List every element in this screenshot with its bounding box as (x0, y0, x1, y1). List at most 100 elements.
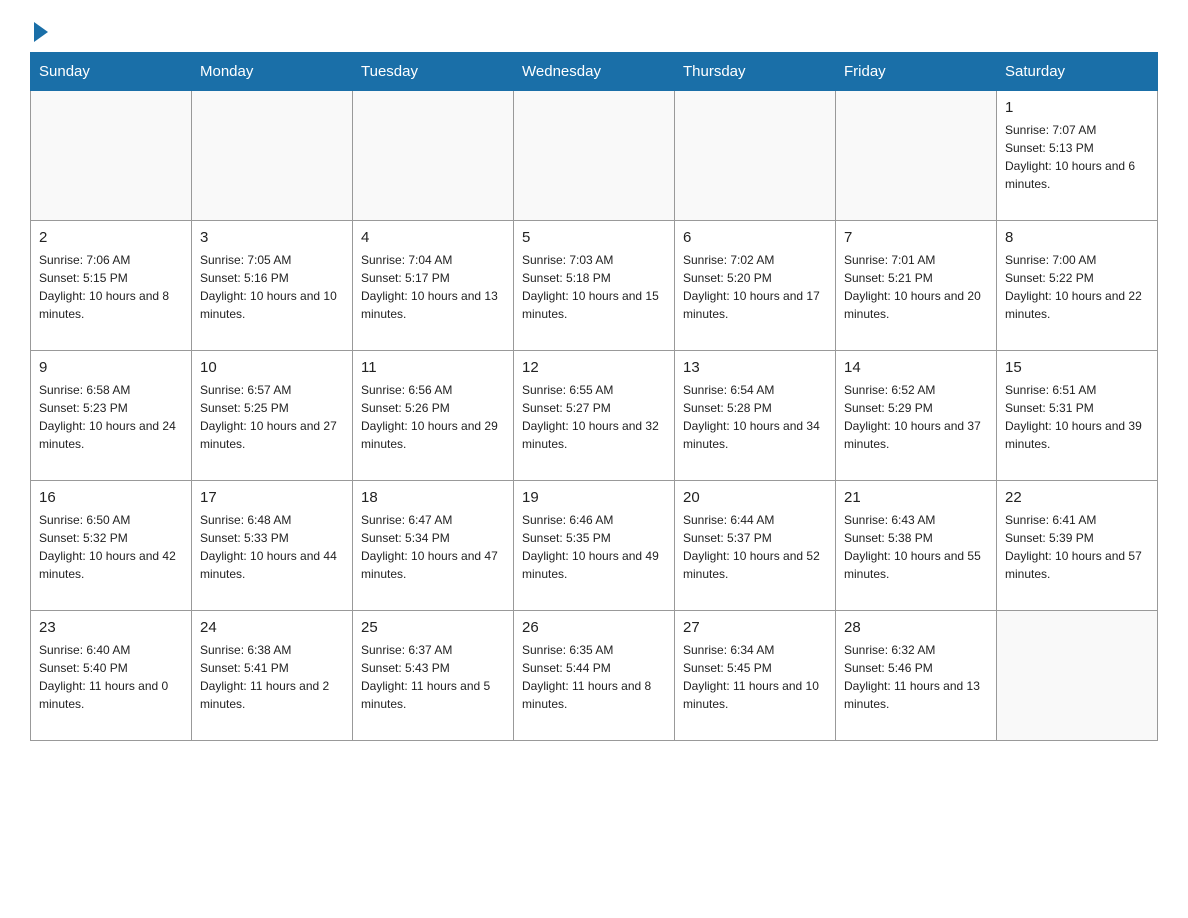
calendar-day-cell: 14 Sunrise: 6:52 AM Sunset: 5:29 PM Dayli… (836, 351, 997, 481)
day-info: Sunrise: 7:01 AM Sunset: 5:21 PM Dayligh… (844, 251, 988, 323)
calendar-day-cell (514, 91, 675, 221)
day-info: Sunrise: 6:37 AM Sunset: 5:43 PM Dayligh… (361, 641, 505, 713)
calendar-day-cell: 21 Sunrise: 6:43 AM Sunset: 5:38 PM Dayli… (836, 481, 997, 611)
calendar-day-header: Monday (192, 53, 353, 91)
calendar-week-row: 16 Sunrise: 6:50 AM Sunset: 5:32 PM Dayli… (31, 481, 1158, 611)
calendar-day-header: Saturday (997, 53, 1158, 91)
calendar-day-cell: 16 Sunrise: 6:50 AM Sunset: 5:32 PM Dayli… (31, 481, 192, 611)
day-info: Sunrise: 7:04 AM Sunset: 5:17 PM Dayligh… (361, 251, 505, 323)
calendar-week-row: 1 Sunrise: 7:07 AM Sunset: 5:13 PM Daylig… (31, 91, 1158, 221)
day-info: Sunrise: 6:46 AM Sunset: 5:35 PM Dayligh… (522, 511, 666, 583)
calendar-day-header: Sunday (31, 53, 192, 91)
page-header (30, 20, 1158, 42)
calendar-day-cell: 22 Sunrise: 6:41 AM Sunset: 5:39 PM Dayli… (997, 481, 1158, 611)
day-number: 22 (1005, 487, 1149, 508)
calendar-day-cell: 10 Sunrise: 6:57 AM Sunset: 5:25 PM Dayli… (192, 351, 353, 481)
day-number: 1 (1005, 97, 1149, 118)
calendar-day-cell: 13 Sunrise: 6:54 AM Sunset: 5:28 PM Dayli… (675, 351, 836, 481)
day-number: 12 (522, 357, 666, 378)
day-info: Sunrise: 6:56 AM Sunset: 5:26 PM Dayligh… (361, 381, 505, 453)
day-info: Sunrise: 6:51 AM Sunset: 5:31 PM Dayligh… (1005, 381, 1149, 453)
calendar-day-cell: 9Sunrise: 6:58 AM Sunset: 5:23 PM Daylig… (31, 351, 192, 481)
day-info: Sunrise: 6:38 AM Sunset: 5:41 PM Dayligh… (200, 641, 344, 713)
day-number: 4 (361, 227, 505, 248)
day-number: 13 (683, 357, 827, 378)
calendar-day-cell: 1 Sunrise: 7:07 AM Sunset: 5:13 PM Daylig… (997, 91, 1158, 221)
day-info: Sunrise: 7:05 AM Sunset: 5:16 PM Dayligh… (200, 251, 344, 323)
day-info: Sunrise: 7:02 AM Sunset: 5:20 PM Dayligh… (683, 251, 827, 323)
calendar-day-cell (675, 91, 836, 221)
calendar-day-cell: 28 Sunrise: 6:32 AM Sunset: 5:46 PM Dayli… (836, 611, 997, 741)
day-info: Sunrise: 6:52 AM Sunset: 5:29 PM Dayligh… (844, 381, 988, 453)
day-info: Sunrise: 7:07 AM Sunset: 5:13 PM Dayligh… (1005, 121, 1149, 193)
calendar-day-cell (836, 91, 997, 221)
calendar-day-cell (192, 91, 353, 221)
day-info: Sunrise: 6:50 AM Sunset: 5:32 PM Dayligh… (39, 511, 183, 583)
calendar-day-cell: 17Sunrise: 6:48 AM Sunset: 5:33 PM Dayli… (192, 481, 353, 611)
day-info: Sunrise: 7:06 AM Sunset: 5:15 PM Dayligh… (39, 251, 183, 323)
day-info: Sunrise: 7:03 AM Sunset: 5:18 PM Dayligh… (522, 251, 666, 323)
calendar-day-header: Friday (836, 53, 997, 91)
day-number: 11 (361, 357, 505, 378)
calendar-week-row: 9Sunrise: 6:58 AM Sunset: 5:23 PM Daylig… (31, 351, 1158, 481)
day-number: 20 (683, 487, 827, 508)
calendar-day-cell: 15 Sunrise: 6:51 AM Sunset: 5:31 PM Dayli… (997, 351, 1158, 481)
calendar-day-cell: 11 Sunrise: 6:56 AM Sunset: 5:26 PM Dayli… (353, 351, 514, 481)
day-info: Sunrise: 7:00 AM Sunset: 5:22 PM Dayligh… (1005, 251, 1149, 323)
day-number: 28 (844, 617, 988, 638)
day-info: Sunrise: 6:32 AM Sunset: 5:46 PM Dayligh… (844, 641, 988, 713)
day-info: Sunrise: 6:57 AM Sunset: 5:25 PM Dayligh… (200, 381, 344, 453)
calendar-week-row: 23 Sunrise: 6:40 AM Sunset: 5:40 PM Dayli… (31, 611, 1158, 741)
day-info: Sunrise: 6:41 AM Sunset: 5:39 PM Dayligh… (1005, 511, 1149, 583)
day-number: 17 (200, 487, 344, 508)
calendar-day-cell: 12 Sunrise: 6:55 AM Sunset: 5:27 PM Dayli… (514, 351, 675, 481)
calendar-day-cell: 4 Sunrise: 7:04 AM Sunset: 5:17 PM Daylig… (353, 221, 514, 351)
calendar-day-cell: 2Sunrise: 7:06 AM Sunset: 5:15 PM Daylig… (31, 221, 192, 351)
day-number: 8 (1005, 227, 1149, 248)
day-number: 25 (361, 617, 505, 638)
day-number: 16 (39, 487, 183, 508)
calendar-day-header: Thursday (675, 53, 836, 91)
day-info: Sunrise: 6:34 AM Sunset: 5:45 PM Dayligh… (683, 641, 827, 713)
calendar-day-cell: 27Sunrise: 6:34 AM Sunset: 5:45 PM Dayli… (675, 611, 836, 741)
day-number: 18 (361, 487, 505, 508)
day-number: 14 (844, 357, 988, 378)
logo (30, 20, 48, 42)
calendar-day-cell: 6 Sunrise: 7:02 AM Sunset: 5:20 PM Daylig… (675, 221, 836, 351)
calendar-day-cell: 23 Sunrise: 6:40 AM Sunset: 5:40 PM Dayli… (31, 611, 192, 741)
day-info: Sunrise: 6:43 AM Sunset: 5:38 PM Dayligh… (844, 511, 988, 583)
calendar-header-row: SundayMondayTuesdayWednesdayThursdayFrid… (31, 53, 1158, 91)
calendar-day-cell (31, 91, 192, 221)
day-info: Sunrise: 6:55 AM Sunset: 5:27 PM Dayligh… (522, 381, 666, 453)
day-number: 10 (200, 357, 344, 378)
calendar-table: SundayMondayTuesdayWednesdayThursdayFrid… (30, 52, 1158, 741)
calendar-day-cell: 5 Sunrise: 7:03 AM Sunset: 5:18 PM Daylig… (514, 221, 675, 351)
calendar-day-cell: 8 Sunrise: 7:00 AM Sunset: 5:22 PM Daylig… (997, 221, 1158, 351)
logo-arrow-icon (34, 22, 48, 42)
calendar-day-cell: 7 Sunrise: 7:01 AM Sunset: 5:21 PM Daylig… (836, 221, 997, 351)
day-info: Sunrise: 6:44 AM Sunset: 5:37 PM Dayligh… (683, 511, 827, 583)
day-number: 15 (1005, 357, 1149, 378)
day-number: 3 (200, 227, 344, 248)
calendar-day-header: Tuesday (353, 53, 514, 91)
day-number: 9 (39, 357, 183, 378)
calendar-day-cell: 26 Sunrise: 6:35 AM Sunset: 5:44 PM Dayli… (514, 611, 675, 741)
calendar-week-row: 2Sunrise: 7:06 AM Sunset: 5:15 PM Daylig… (31, 221, 1158, 351)
calendar-day-cell: 24 Sunrise: 6:38 AM Sunset: 5:41 PM Dayli… (192, 611, 353, 741)
day-info: Sunrise: 6:40 AM Sunset: 5:40 PM Dayligh… (39, 641, 183, 713)
calendar-day-header: Wednesday (514, 53, 675, 91)
day-number: 6 (683, 227, 827, 248)
day-info: Sunrise: 6:47 AM Sunset: 5:34 PM Dayligh… (361, 511, 505, 583)
day-number: 24 (200, 617, 344, 638)
day-number: 26 (522, 617, 666, 638)
day-number: 23 (39, 617, 183, 638)
day-info: Sunrise: 6:54 AM Sunset: 5:28 PM Dayligh… (683, 381, 827, 453)
calendar-day-cell (997, 611, 1158, 741)
calendar-day-cell (353, 91, 514, 221)
calendar-day-cell: 19Sunrise: 6:46 AM Sunset: 5:35 PM Dayli… (514, 481, 675, 611)
day-number: 21 (844, 487, 988, 508)
calendar-day-cell: 18 Sunrise: 6:47 AM Sunset: 5:34 PM Dayli… (353, 481, 514, 611)
day-number: 7 (844, 227, 988, 248)
day-info: Sunrise: 6:35 AM Sunset: 5:44 PM Dayligh… (522, 641, 666, 713)
day-number: 5 (522, 227, 666, 248)
